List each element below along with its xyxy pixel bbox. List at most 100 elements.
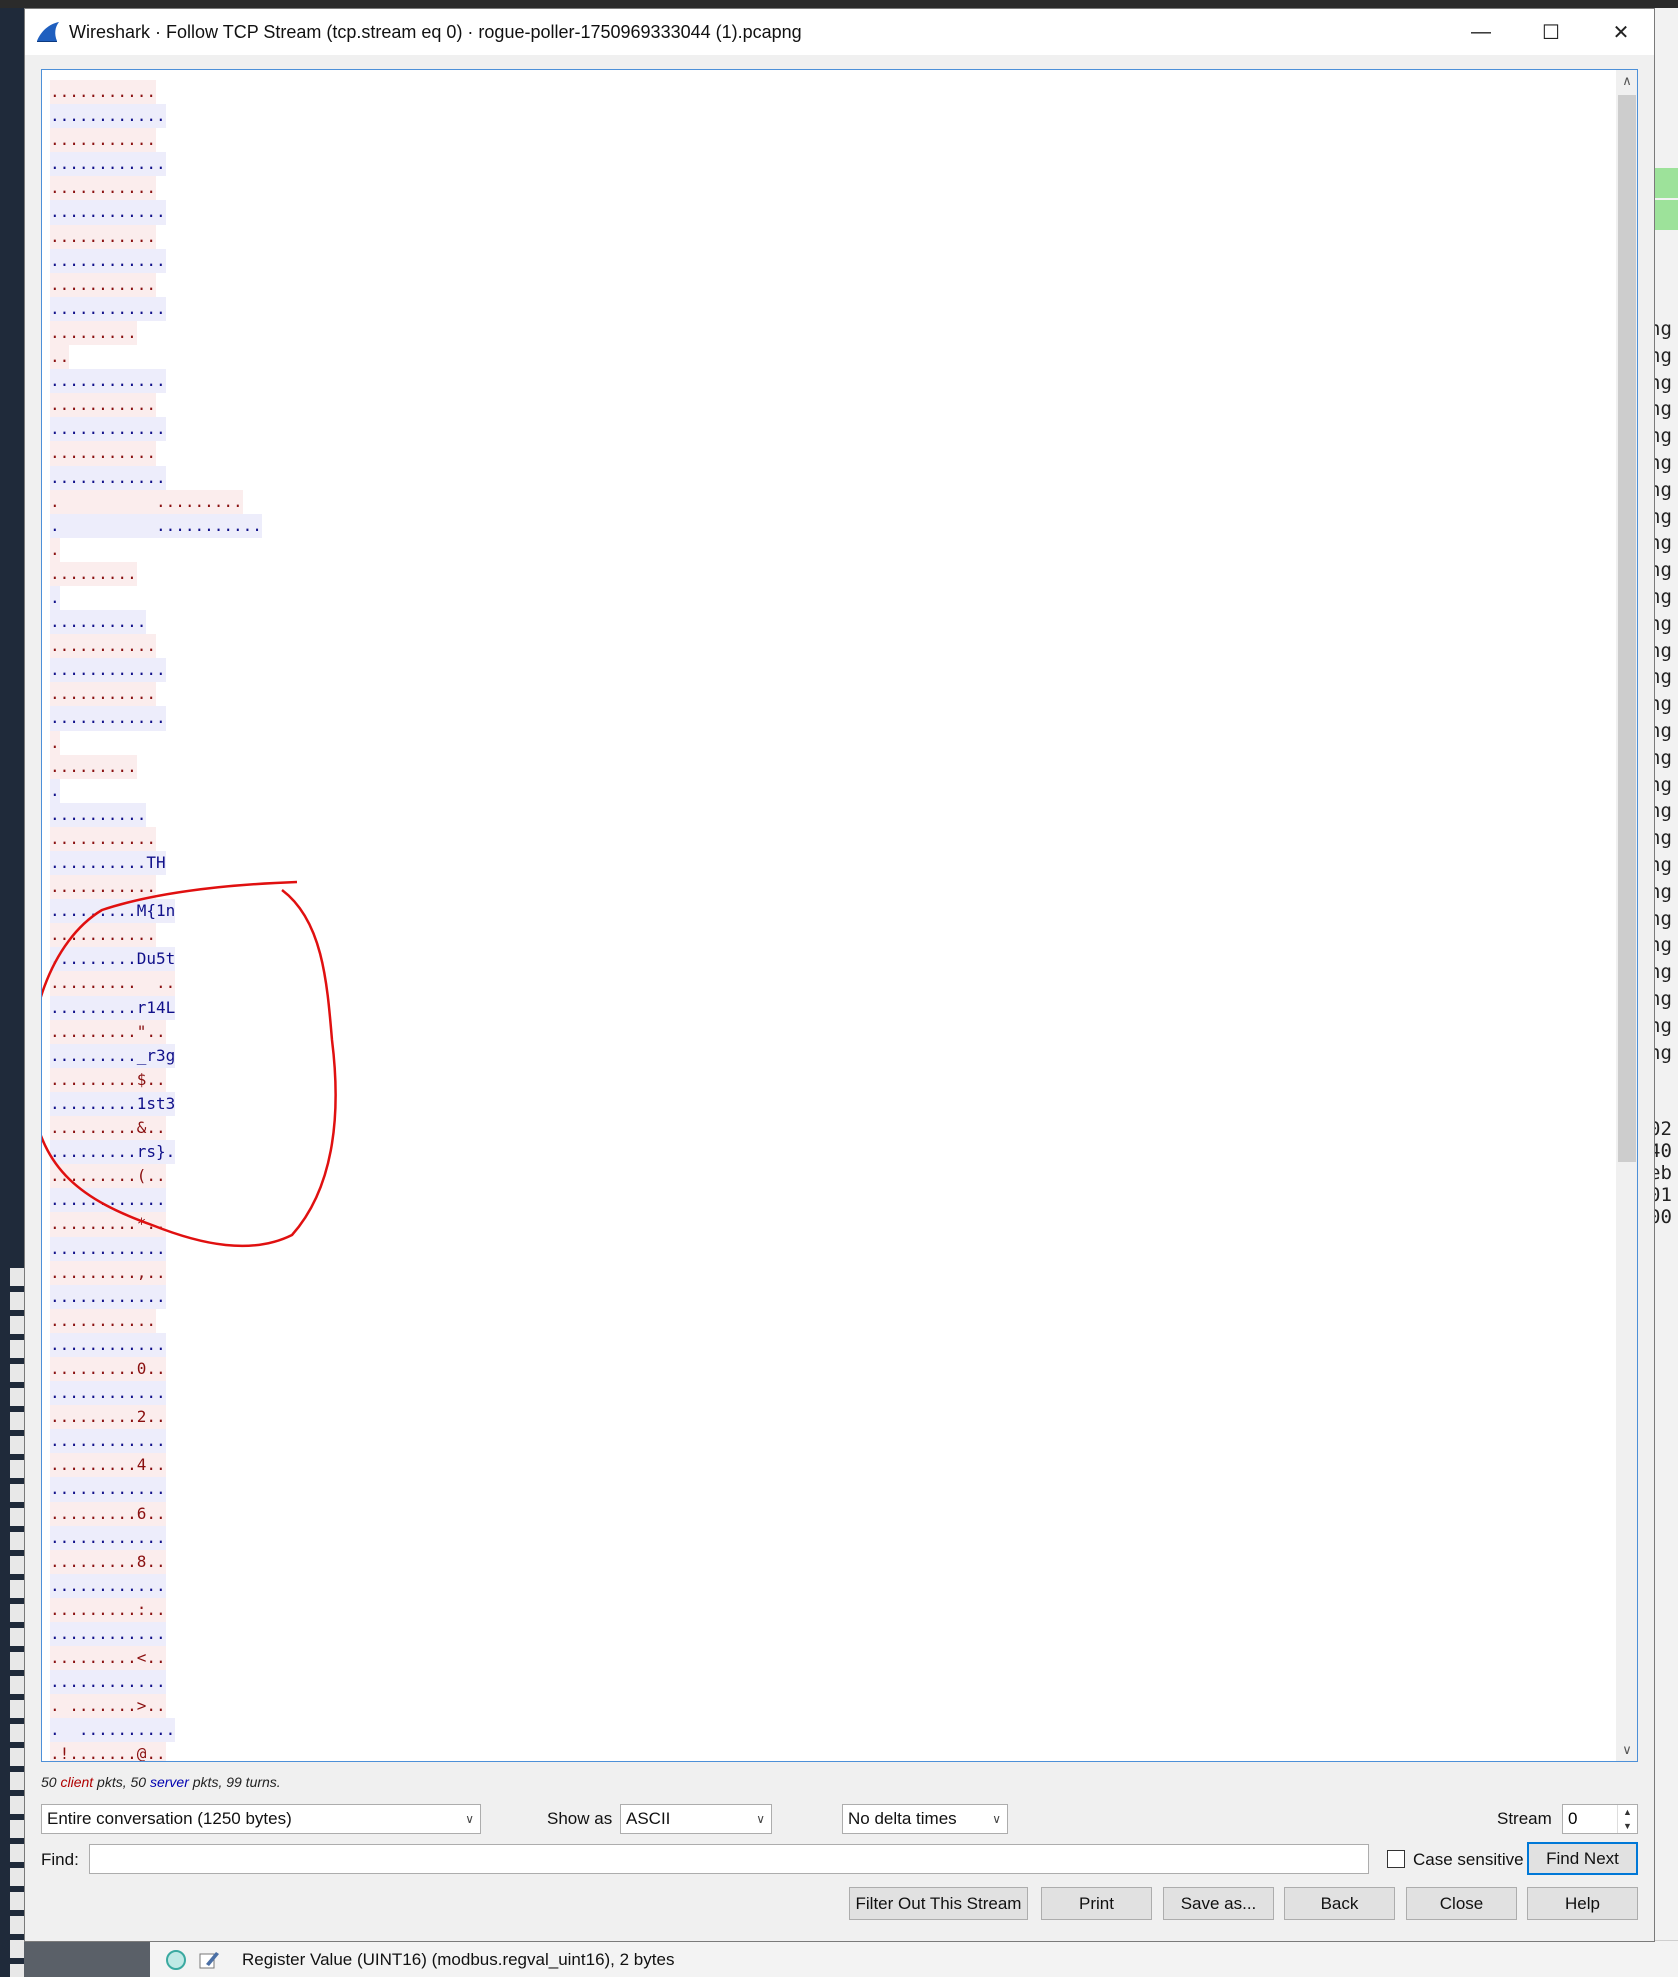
show-as-label: Show as xyxy=(547,1809,613,1828)
server-stream-line: . .......... xyxy=(50,1718,176,1743)
delta-times-select-value: No delta times xyxy=(848,1809,957,1828)
server-stream-line: ............ xyxy=(50,706,166,731)
background-stripe xyxy=(10,1844,24,1862)
background-stripe xyxy=(10,1700,24,1718)
status-text: Register Value (UINT16) (modbus.regval_u… xyxy=(242,1949,675,1969)
client-stream-line: ........... xyxy=(50,441,156,466)
maximize-button[interactable]: ☐ xyxy=(1516,9,1586,55)
client-stream-line: ........... xyxy=(50,1308,156,1333)
background-stripe xyxy=(10,1460,24,1478)
client-stream-line: .........8.. xyxy=(50,1549,166,1574)
server-stream-line: .......... xyxy=(50,610,147,635)
server-stream-line: . ........... xyxy=(50,513,262,538)
scroll-down-arrow-icon[interactable]: ∨ xyxy=(1616,1739,1637,1761)
client-stream-line: .!.......@.. xyxy=(50,1742,166,1761)
edit-comment-icon[interactable] xyxy=(198,1950,220,1970)
server-stream-line: ............ xyxy=(50,658,166,683)
background-stripe xyxy=(10,1340,24,1358)
background-stripe xyxy=(10,1964,24,1977)
client-stream-line: ......... xyxy=(50,320,137,346)
server-stream-line: ........._r3g xyxy=(50,1043,176,1068)
background-stripe xyxy=(10,1292,24,1310)
background-stripe xyxy=(10,1652,24,1670)
stream-number-spinbox[interactable]: 0 ▲ ▼ xyxy=(1562,1804,1638,1834)
background-stripe xyxy=(10,1556,24,1574)
background-stripe xyxy=(10,1388,24,1406)
conversation-select[interactable]: Entire conversation (1250 bytes) ∨ xyxy=(41,1804,481,1834)
server-stream-line: .........1st3 xyxy=(50,1091,176,1117)
client-stream-line: ......... xyxy=(50,754,137,779)
stats-prefix: 50 xyxy=(41,1774,61,1790)
close-button[interactable]: Close xyxy=(1406,1887,1517,1920)
server-stream-line: .......... xyxy=(50,802,147,827)
stream-content-area[interactable]: ........................................… xyxy=(41,69,1638,1762)
scroll-up-arrow-icon[interactable]: ∧ xyxy=(1616,70,1637,92)
spin-arrows-icon[interactable]: ▲ ▼ xyxy=(1617,1805,1637,1833)
server-stream-line: ............ xyxy=(50,248,166,273)
client-stream-line: .........".. xyxy=(50,1019,166,1044)
background-stripe xyxy=(10,1724,24,1742)
find-label: Find: xyxy=(41,1850,79,1869)
server-stream-line: ............ xyxy=(50,200,166,225)
client-stream-line: ........... xyxy=(50,875,156,900)
stats-middle: pkts, 50 xyxy=(93,1774,150,1790)
vertical-scrollbar[interactable]: ∧ ∨ xyxy=(1616,70,1637,1761)
client-stream-line: ........... xyxy=(50,634,156,659)
client-stream-line: ........... xyxy=(50,224,156,249)
background-stripe xyxy=(10,1868,24,1886)
find-next-button[interactable]: Find Next xyxy=(1527,1842,1638,1875)
client-stream-line: .........&.. xyxy=(50,1116,166,1141)
scrollbar-thumb[interactable] xyxy=(1618,95,1636,1162)
delta-times-select[interactable]: No delta times ∨ xyxy=(842,1804,1008,1834)
client-stream-line: .........,.. xyxy=(50,1260,166,1285)
minimize-button[interactable]: — xyxy=(1446,9,1516,55)
find-input[interactable] xyxy=(89,1844,1369,1874)
expert-info-icon[interactable] xyxy=(166,1949,186,1970)
server-stream-line: ............ xyxy=(50,1429,166,1454)
title-bar[interactable]: Wireshark · Follow TCP Stream (tcp.strea… xyxy=(25,9,1654,55)
client-stream-line: ........... xyxy=(50,80,156,105)
background-stripe xyxy=(10,1580,24,1598)
help-button[interactable]: Help xyxy=(1527,1887,1638,1920)
background-stripe xyxy=(10,1940,24,1958)
server-stream-line: ............ xyxy=(50,1284,166,1309)
case-sensitive-checkbox[interactable] xyxy=(1387,1850,1405,1868)
client-stream-line: ........... xyxy=(50,176,156,201)
background-stripe xyxy=(10,1892,24,1910)
client-stream-line: . xyxy=(50,537,60,562)
background-stripe xyxy=(10,1268,24,1286)
save-as-button[interactable]: Save as... xyxy=(1163,1887,1274,1920)
stats-client-word: client xyxy=(60,1774,94,1790)
stats-server-word: server xyxy=(149,1774,189,1790)
chevron-down-icon: ∨ xyxy=(992,1812,1001,1826)
background-stripe xyxy=(10,1436,24,1454)
print-button[interactable]: Print xyxy=(1041,1887,1152,1920)
show-as-select[interactable]: ASCII ∨ xyxy=(620,1804,772,1834)
server-stream-line: ............ xyxy=(50,1381,166,1406)
background-stripe xyxy=(10,1916,24,1934)
stream-label: Stream xyxy=(1497,1809,1552,1828)
server-stream-line: . xyxy=(50,778,60,803)
show-as-select-value: ASCII xyxy=(626,1809,671,1828)
client-stream-line: .........:.. xyxy=(50,1597,166,1622)
stream-text[interactable]: ........................................… xyxy=(50,80,262,1761)
client-stream-line: .........0.. xyxy=(50,1356,166,1382)
client-stream-line: .........$.. xyxy=(50,1067,166,1092)
background-stripe xyxy=(10,1364,24,1382)
client-stream-line: ........... xyxy=(50,393,156,418)
background-stripe xyxy=(10,1796,24,1814)
background-stripe xyxy=(10,1676,24,1694)
server-stream-line: . xyxy=(50,585,60,611)
server-stream-line: ............ xyxy=(50,296,166,321)
conversation-select-value: Entire conversation (1250 bytes) xyxy=(47,1809,292,1828)
window-close-button[interactable]: ✕ xyxy=(1586,9,1656,55)
back-button[interactable]: Back xyxy=(1284,1887,1395,1920)
client-stream-line: .........<.. xyxy=(50,1646,166,1671)
filter-out-stream-button[interactable]: Filter Out This Stream xyxy=(849,1887,1028,1920)
server-stream-line: ............ xyxy=(50,104,166,129)
server-stream-line: ............ xyxy=(50,1622,166,1647)
client-stream-line: ........... xyxy=(50,128,156,153)
server-stream-line: ............ xyxy=(50,1670,166,1695)
background-stripe xyxy=(10,1484,24,1502)
background-stripe xyxy=(10,1508,24,1526)
